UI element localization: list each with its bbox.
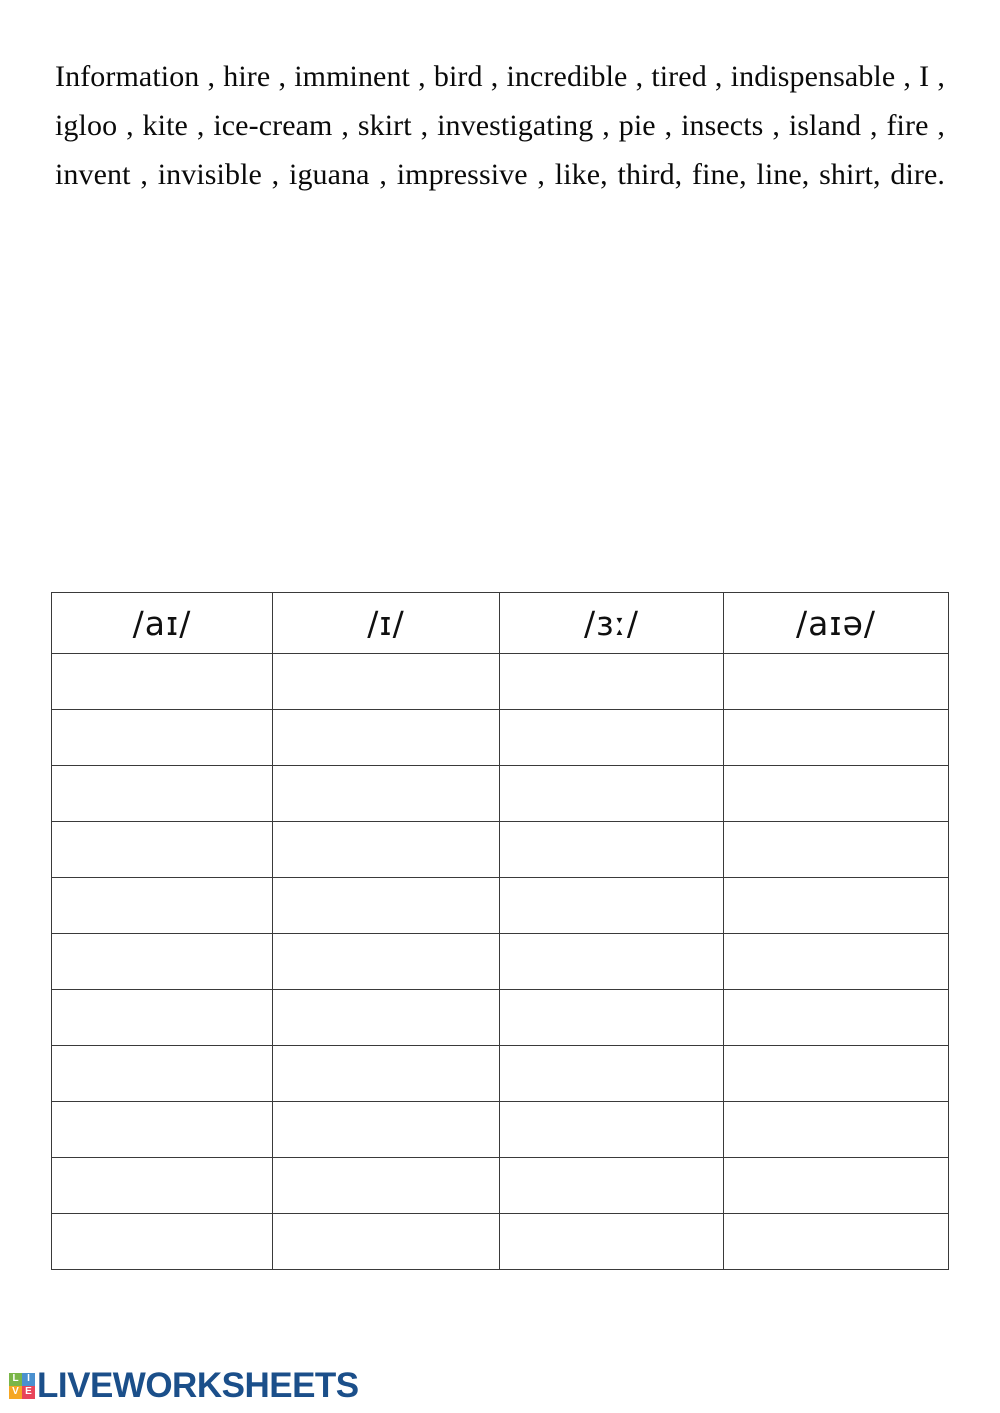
answer-cell[interactable] <box>723 1101 949 1158</box>
table-row <box>51 1045 949 1102</box>
answer-cell[interactable] <box>499 933 724 990</box>
answer-cell[interactable] <box>51 1157 273 1214</box>
answer-cell[interactable] <box>723 989 949 1046</box>
answer-cell[interactable] <box>499 1045 724 1102</box>
table-row <box>51 709 949 766</box>
phoneme-symbol: /ɜː/ <box>584 603 639 643</box>
answer-cell[interactable] <box>723 765 949 822</box>
answer-cell[interactable] <box>723 1045 949 1102</box>
answer-cell[interactable] <box>499 709 724 766</box>
answer-cell[interactable] <box>723 877 949 934</box>
phoneme-symbol: /aɪə/ <box>795 603 877 643</box>
table-row <box>51 1101 949 1158</box>
answer-cell[interactable] <box>51 821 273 878</box>
answer-cell[interactable] <box>723 821 949 878</box>
logo-tile-l: L <box>9 1372 22 1386</box>
table-row <box>51 653 949 710</box>
phoneme-sorting-table: /aɪ/ /ɪ/ /ɜː/ /aɪə/ <box>51 592 949 1270</box>
answer-cell[interactable] <box>272 989 500 1046</box>
table-body <box>51 653 949 1270</box>
column-header-ai: /aɪ/ <box>51 592 273 654</box>
table-row <box>51 821 949 878</box>
column-header-i: /ɪ/ <box>272 592 500 654</box>
answer-cell[interactable] <box>272 821 500 878</box>
answer-cell[interactable] <box>272 1213 500 1270</box>
answer-cell[interactable] <box>272 933 500 990</box>
table-row <box>51 989 949 1046</box>
worksheet-content: Information , hire , imminent , bird , i… <box>55 52 945 248</box>
answer-cell[interactable] <box>499 877 724 934</box>
table-row <box>51 765 949 822</box>
brand-name: LIVEWORKSHEETS <box>37 1366 359 1405</box>
answer-cell[interactable] <box>272 765 500 822</box>
table-row <box>51 877 949 934</box>
answer-cell[interactable] <box>723 933 949 990</box>
answer-cell[interactable] <box>51 877 273 934</box>
liveworksheets-logo-icon: L I V E <box>9 1372 35 1399</box>
table-row <box>51 1157 949 1214</box>
answer-cell[interactable] <box>723 709 949 766</box>
logo-tile-e: E <box>22 1385 35 1399</box>
answer-cell[interactable] <box>499 1157 724 1214</box>
sorting-table-container: /aɪ/ /ɪ/ /ɜː/ /aɪə/ <box>51 592 949 1270</box>
answer-cell[interactable] <box>499 1101 724 1158</box>
column-header-er: /ɜː/ <box>499 592 724 654</box>
column-header-aie: /aɪə/ <box>723 592 949 654</box>
answer-cell[interactable] <box>51 1101 273 1158</box>
answer-cell[interactable] <box>51 933 273 990</box>
answer-cell[interactable] <box>51 1045 273 1102</box>
answer-cell[interactable] <box>51 989 273 1046</box>
answer-cell[interactable] <box>499 653 724 710</box>
table-row <box>51 933 949 990</box>
answer-cell[interactable] <box>272 877 500 934</box>
logo-tile-i: I <box>22 1372 35 1386</box>
phoneme-symbol: /aɪ/ <box>132 603 192 643</box>
word-bank-paragraph: Information , hire , imminent , bird , i… <box>55 60 945 191</box>
answer-cell[interactable] <box>723 653 949 710</box>
answer-cell[interactable] <box>272 709 500 766</box>
logo-tile-v: V <box>9 1385 22 1399</box>
answer-cell[interactable] <box>51 709 273 766</box>
answer-cell[interactable] <box>51 765 273 822</box>
answer-cell[interactable] <box>51 1213 273 1270</box>
table-header-row: /aɪ/ /ɪ/ /ɜː/ /aɪə/ <box>51 592 949 654</box>
answer-cell[interactable] <box>272 653 500 710</box>
answer-cell[interactable] <box>272 1157 500 1214</box>
answer-cell[interactable] <box>499 989 724 1046</box>
answer-cell[interactable] <box>723 1213 949 1270</box>
answer-cell[interactable] <box>499 765 724 822</box>
answer-cell[interactable] <box>51 653 273 710</box>
table-row <box>51 1213 949 1270</box>
answer-cell[interactable] <box>272 1045 500 1102</box>
answer-cell[interactable] <box>499 1213 724 1270</box>
liveworksheets-logo: L I V E LIVEWORKSHEETS <box>9 1368 359 1403</box>
answer-cell[interactable] <box>272 1101 500 1158</box>
answer-cell[interactable] <box>499 821 724 878</box>
answer-cell[interactable] <box>723 1157 949 1214</box>
phoneme-symbol: /ɪ/ <box>367 603 405 643</box>
